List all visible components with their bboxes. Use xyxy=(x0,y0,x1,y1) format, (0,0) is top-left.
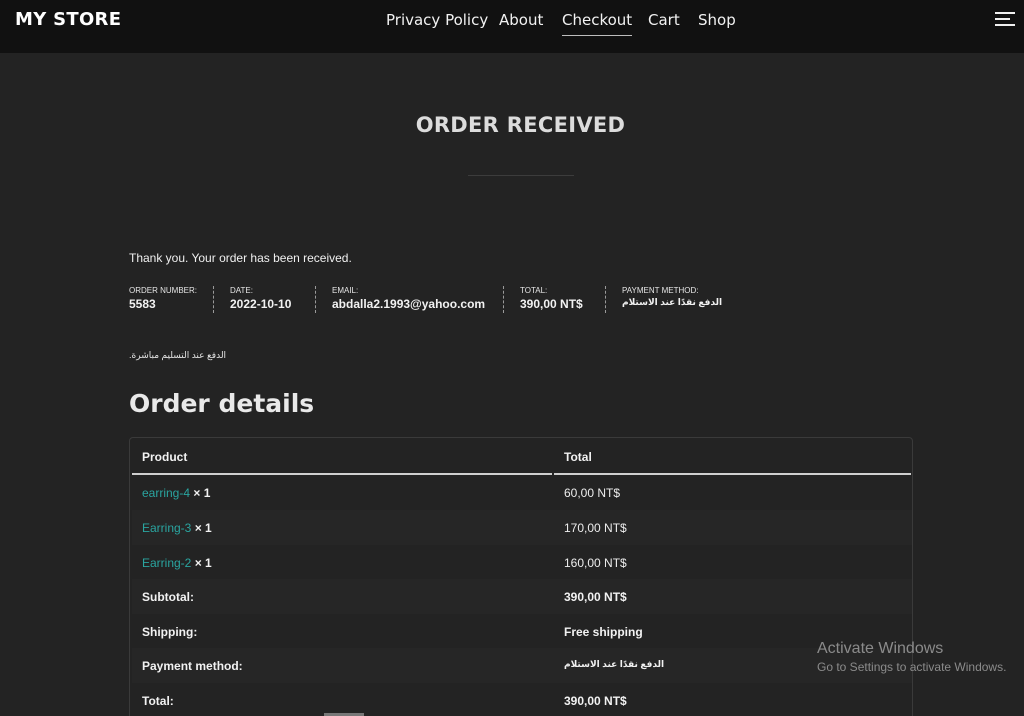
product-link[interactable]: Earring-3 xyxy=(142,521,191,535)
table-row: Earring-3 × 1 170,00 NT$ xyxy=(132,510,912,545)
payment-instructions: .الدفع عند التسليم مباشرة xyxy=(129,350,227,360)
order-date-value: 2022-10-10 xyxy=(230,297,292,311)
overview-divider xyxy=(503,286,504,313)
table-row: Earring-2 × 1 160,00 NT$ xyxy=(132,545,912,580)
overview-divider xyxy=(315,286,316,313)
column-header-product: Product xyxy=(142,450,188,464)
product-cell: Earring-2 × 1 xyxy=(142,556,212,570)
watermark-subtitle: Go to Settings to activate Windows. xyxy=(817,660,1007,674)
order-payment-method: PAYMENT METHOD: الدفع نقدًا عند الاستلام xyxy=(622,286,722,313)
subtotal-value: 390,00 NT$ xyxy=(564,590,627,604)
top-navigation-bar: MY STORE Privacy Policy About Checkout C… xyxy=(0,0,1024,53)
order-date: DATE: 2022-10-10 xyxy=(230,286,291,313)
line-total: 170,00 NT$ xyxy=(564,521,627,535)
order-details-heading: Order details xyxy=(129,389,315,418)
shipping-value: Free shipping xyxy=(564,625,643,639)
column-header-total: Total xyxy=(564,450,592,464)
table-row: Payment method: الدفع نقدًا عند الاستلام xyxy=(132,648,912,683)
payment-method-value: الدفع نقدًا عند الاستلام xyxy=(622,297,723,307)
order-email-value: abdalla2.1993@yahoo.com xyxy=(332,297,486,311)
payment-method-row-value: الدفع نقدًا عند الاستلام xyxy=(564,659,665,669)
page-title: ORDER RECEIVED xyxy=(415,113,626,137)
order-total-value: 390,00 NT$ xyxy=(520,297,583,311)
payment-method-row-label: Payment method: xyxy=(142,659,243,673)
order-number: ORDER NUMBER: 5583 xyxy=(129,286,197,313)
order-details-table: Product Total earring-4 × 1 60,00 NT$ Ea… xyxy=(129,437,913,716)
table-row: Shipping: Free shipping xyxy=(132,614,912,649)
nav-shop[interactable]: Shop xyxy=(698,11,736,29)
grand-total-value: 390,00 NT$ xyxy=(564,694,627,708)
product-quantity: × 1 xyxy=(194,521,212,535)
grand-total-label: Total: xyxy=(142,694,174,708)
overview-divider xyxy=(213,286,214,313)
shipping-label: Shipping: xyxy=(142,625,198,639)
table-row: earring-4 × 1 60,00 NT$ xyxy=(132,475,912,510)
order-date-label: DATE: xyxy=(230,286,253,295)
order-number-label: ORDER NUMBER: xyxy=(129,286,198,295)
line-total: 160,00 NT$ xyxy=(564,556,627,570)
product-link[interactable]: Earring-2 xyxy=(142,556,191,570)
line-total: 60,00 NT$ xyxy=(564,486,621,500)
hamburger-menu-icon[interactable] xyxy=(995,12,1015,28)
order-number-value: 5583 xyxy=(129,297,156,311)
order-email: EMAIL: abdalla2.1993@yahoo.com xyxy=(332,286,485,313)
overview-divider xyxy=(605,286,606,313)
nav-checkout[interactable]: Checkout xyxy=(562,11,633,36)
order-total: TOTAL: 390,00 NT$ xyxy=(520,286,583,313)
nav-about[interactable]: About xyxy=(499,11,543,29)
order-total-label: TOTAL: xyxy=(520,286,548,295)
order-thanks-message: Thank you. Your order has been received. xyxy=(129,251,352,265)
payment-method-label: PAYMENT METHOD: xyxy=(622,286,699,295)
product-quantity: × 1 xyxy=(193,486,211,500)
table-row: Total: 390,00 NT$ xyxy=(132,683,912,716)
nav-cart[interactable]: Cart xyxy=(648,11,680,29)
activate-windows-watermark: Activate Windows Go to Settings to activ… xyxy=(817,640,1006,674)
product-quantity: × 1 xyxy=(194,556,212,570)
order-email-label: EMAIL: xyxy=(332,286,359,295)
product-link[interactable]: earring-4 xyxy=(142,486,190,500)
main-nav: Privacy Policy About Checkout Cart Shop xyxy=(0,11,1024,37)
title-divider xyxy=(468,175,574,176)
nav-privacy-policy[interactable]: Privacy Policy xyxy=(386,11,488,29)
subtotal-label: Subtotal: xyxy=(142,590,194,604)
watermark-title: Activate Windows xyxy=(817,640,944,657)
product-cell: Earring-3 × 1 xyxy=(142,521,212,535)
product-cell: earring-4 × 1 xyxy=(142,486,210,500)
table-row: Subtotal: 390,00 NT$ xyxy=(132,579,912,614)
